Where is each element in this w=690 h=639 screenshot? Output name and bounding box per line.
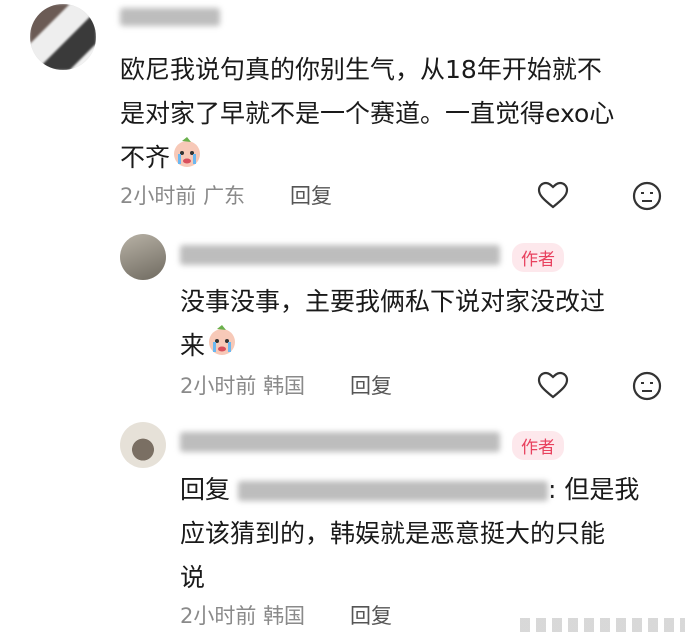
- username[interactable]: [120, 8, 220, 26]
- reply-text: 没事没事，主要我俩私下说对家没改过 来: [180, 280, 670, 370]
- author-badge: 作者: [512, 431, 564, 460]
- reply-text: 回复 : 但是我 应该猜到的，韩娱就是恶意挺大的只能 说: [180, 475, 640, 592]
- username[interactable]: [180, 245, 500, 265]
- watermark: [520, 618, 685, 632]
- avatar[interactable]: [30, 4, 96, 70]
- author-badge: 作者: [512, 243, 564, 272]
- reply-button[interactable]: 回复: [290, 180, 332, 210]
- heart-icon[interactable]: [537, 371, 569, 399]
- comment-text: 欧尼我说句真的你别生气，从18年开始就不 是对家了早就不是一个赛道。一直觉得ex…: [120, 48, 680, 182]
- crying-face-emoji-icon: [205, 324, 239, 370]
- crying-face-emoji-icon: [170, 136, 204, 182]
- heart-icon[interactable]: [537, 181, 569, 209]
- reply-button[interactable]: 回复: [350, 370, 392, 400]
- comment-meta: 2小时前 韩国: [180, 374, 306, 398]
- emoji-face-icon[interactable]: [632, 371, 662, 401]
- avatar[interactable]: [120, 234, 166, 280]
- comment-meta: 2小时前 广东: [120, 184, 246, 208]
- mentioned-user[interactable]: [237, 481, 548, 501]
- avatar[interactable]: [120, 422, 166, 468]
- emoji-face-icon[interactable]: [632, 181, 662, 211]
- username[interactable]: [180, 432, 500, 452]
- reply-button[interactable]: 回复: [350, 600, 392, 630]
- comment-meta: 2小时前 韩国: [180, 604, 306, 628]
